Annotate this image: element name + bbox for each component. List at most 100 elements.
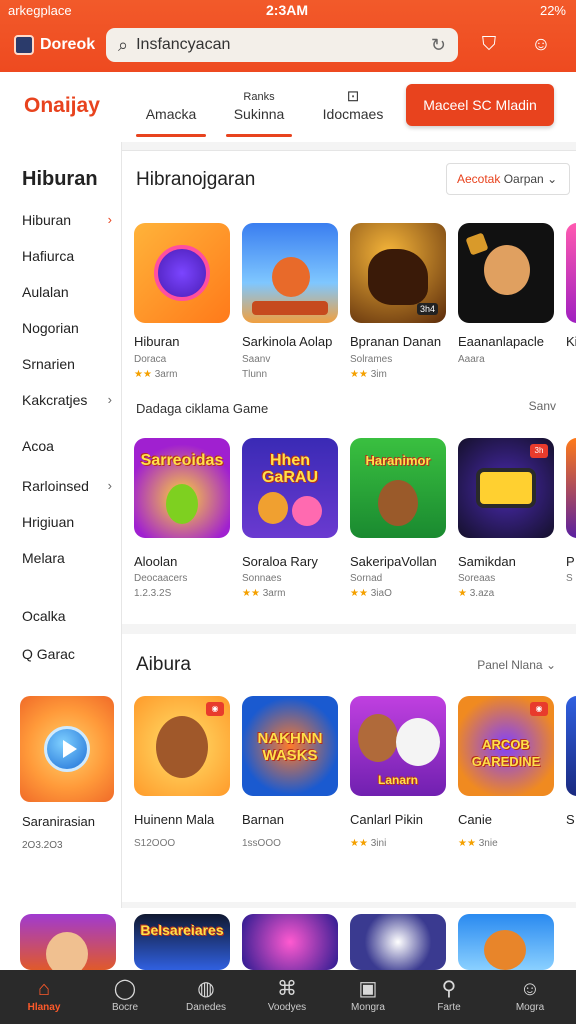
- bottom-nav-label: Mogra: [515, 1002, 545, 1013]
- home-icon: ⌂: [37, 978, 51, 1000]
- bottom-nav-search[interactable]: ◯ Bocre: [95, 976, 155, 1013]
- bottom-nav-label: Farte: [437, 1002, 461, 1013]
- game-tile[interactable]: [134, 223, 230, 323]
- user-icon: ☺: [519, 978, 541, 1000]
- sidebar-item-label: Kakcratjes: [22, 392, 88, 408]
- game-tile[interactable]: Lanarn: [350, 696, 446, 796]
- shield-icon[interactable]: ⛉: [476, 32, 502, 58]
- game-category: Saanv: [242, 354, 271, 365]
- bottom-nav-profile[interactable]: ☺ Mogra: [500, 976, 560, 1013]
- sidebar-item-label: Nogorian: [22, 320, 79, 336]
- sidebar-game-card[interactable]: [20, 696, 114, 802]
- bottom-nav-notify[interactable]: ⚲ Farte: [419, 976, 479, 1013]
- game-tile[interactable]: Hhen GaRAU: [242, 438, 338, 538]
- search-input[interactable]: Insfancyacan: [136, 36, 423, 54]
- game-category: Sonnaes: [242, 573, 282, 584]
- sidebar-item-label: Hafiurca: [22, 248, 75, 264]
- game-tile[interactable]: NAKHNN WASKS: [242, 696, 338, 796]
- game-tile[interactable]: [20, 914, 116, 970]
- game-category: S: [566, 573, 573, 584]
- search-bar[interactable]: ⌕ Insfancyacan ↻: [106, 28, 458, 62]
- sort-dropdown[interactable]: Panel Nlana ⌄: [477, 658, 556, 672]
- top-header: arkegplace 2:3AM 22% Doreok ⌕ Insfancyac…: [0, 0, 576, 72]
- tile-badge: ◉: [530, 702, 548, 716]
- bear-character-icon: [378, 480, 418, 526]
- tile-title: Belsareiares: [140, 922, 224, 938]
- game-name: Soraloa Rary: [242, 554, 318, 569]
- fox-character-icon: [484, 930, 526, 970]
- brand[interactable]: Doreok: [14, 34, 95, 56]
- tile-badge: 3h: [530, 444, 548, 458]
- game-tile[interactable]: 3h4: [350, 223, 446, 323]
- tile-title: NAKHNN WASKS: [257, 730, 323, 764]
- sidebar-item[interactable]: Melara: [22, 550, 112, 566]
- sidebar-item[interactable]: Rarloinsed ›: [22, 478, 112, 494]
- chevron-down-icon: ⌄: [547, 172, 558, 186]
- cta-button[interactable]: Maceel SC Mladin: [406, 84, 554, 126]
- tab-label: Amacka: [145, 106, 197, 122]
- game-tile[interactable]: ◉: [134, 696, 230, 796]
- sidebar-item[interactable]: Kakcratjes ›: [22, 392, 112, 408]
- game-tile[interactable]: [458, 223, 554, 323]
- game-tile-partial[interactable]: [566, 223, 576, 323]
- star-icon: ★★: [134, 369, 152, 380]
- see-all-link[interactable]: Sanv: [529, 399, 556, 413]
- sort-label: Panel Nlana: [477, 658, 543, 672]
- game-tile[interactable]: Sarreoidas: [134, 438, 230, 538]
- section-featured: Hibranojgaran Aecotak Oarpan ⌄ 3h4 Hibur…: [122, 150, 576, 624]
- star-icon: ★: [458, 588, 467, 599]
- tab-amacka[interactable]: Amacka: [136, 88, 206, 137]
- sidebar-item-label: Q Garac: [22, 646, 75, 662]
- app-screen: arkegplace 2:3AM 22% Doreok ⌕ Insfancyac…: [0, 0, 576, 1024]
- sidebar-item[interactable]: Srnarien: [22, 356, 112, 372]
- game-tile[interactable]: ARCOB GAREDINE ◉: [458, 696, 554, 796]
- sort-accent: Aecotak: [457, 172, 501, 186]
- game-name: S: [566, 812, 575, 827]
- profile-icon[interactable]: ☺: [528, 32, 554, 58]
- game-rating: ★★ 3im: [350, 369, 387, 380]
- game-tile[interactable]: 3h: [458, 438, 554, 538]
- sidebar-item[interactable]: Hrigiuan: [22, 514, 112, 530]
- sidebar-item[interactable]: Ocalka: [22, 608, 112, 624]
- game-name: Sarkinola Aolap: [242, 334, 333, 349]
- tile-title: Lanarn: [377, 773, 418, 787]
- game-tile-partial[interactable]: [566, 438, 576, 538]
- tile-label: 3h4: [416, 303, 438, 315]
- play-icon: [154, 245, 210, 301]
- refresh-icon[interactable]: ↻: [431, 35, 446, 56]
- section-title: Aibura: [136, 654, 191, 675]
- dog-character-icon: [484, 245, 530, 295]
- sidebar-item[interactable]: Nogorian: [22, 320, 112, 336]
- game-tile[interactable]: Belsareiares: [134, 914, 230, 970]
- rating-value: 3iaO: [370, 588, 392, 599]
- game-name: Barnan: [242, 812, 284, 827]
- bottom-nav-home[interactable]: ⌂ Hlanay: [14, 976, 74, 1013]
- tab-sukinna[interactable]: Ranks Sukinna: [226, 88, 292, 137]
- game-rating: ★★ 3iaO: [350, 588, 392, 599]
- game-tile[interactable]: [242, 914, 338, 970]
- sidebar-item[interactable]: Hiburan ›: [22, 212, 112, 228]
- bottom-nav-gift[interactable]: ⌘ Voodyes: [257, 976, 317, 1013]
- sort-dropdown[interactable]: Aecotak Oarpan ⌄: [446, 163, 570, 195]
- status-time: 2:3AM: [266, 2, 309, 18]
- game-tile[interactable]: Haranimor: [350, 438, 446, 538]
- rating-value: 3.aza: [469, 588, 495, 599]
- tab-idocmaes[interactable]: ⊡ Idocmaes: [318, 88, 388, 122]
- game-tile[interactable]: [242, 223, 338, 323]
- bottom-nav-chat[interactable]: ◍ Danedes: [176, 976, 236, 1013]
- sidebar-item[interactable]: Hafiurca: [22, 248, 112, 264]
- sidebar-item[interactable]: Q Garac: [22, 646, 112, 662]
- game-rating: 1.2.3.2S: [134, 588, 172, 599]
- game-tile[interactable]: [458, 914, 554, 970]
- bottom-nav-box[interactable]: ▣ Mongra: [338, 976, 398, 1013]
- game-rating: ★★ 3nie: [458, 838, 498, 849]
- game-tile-partial[interactable]: [566, 696, 576, 796]
- game-tile[interactable]: [350, 914, 446, 970]
- star-icon: ★★: [350, 838, 368, 849]
- sidebar-item-label: Hrigiuan: [22, 514, 75, 530]
- sidebar-item-label: Ocalka: [22, 608, 66, 624]
- sidebar-item[interactable]: Aulalan: [22, 284, 112, 300]
- sidebar-item[interactable]: Acoa: [22, 438, 112, 454]
- character-icon: [46, 932, 88, 970]
- game-rating: ★★ 3arm: [242, 588, 286, 599]
